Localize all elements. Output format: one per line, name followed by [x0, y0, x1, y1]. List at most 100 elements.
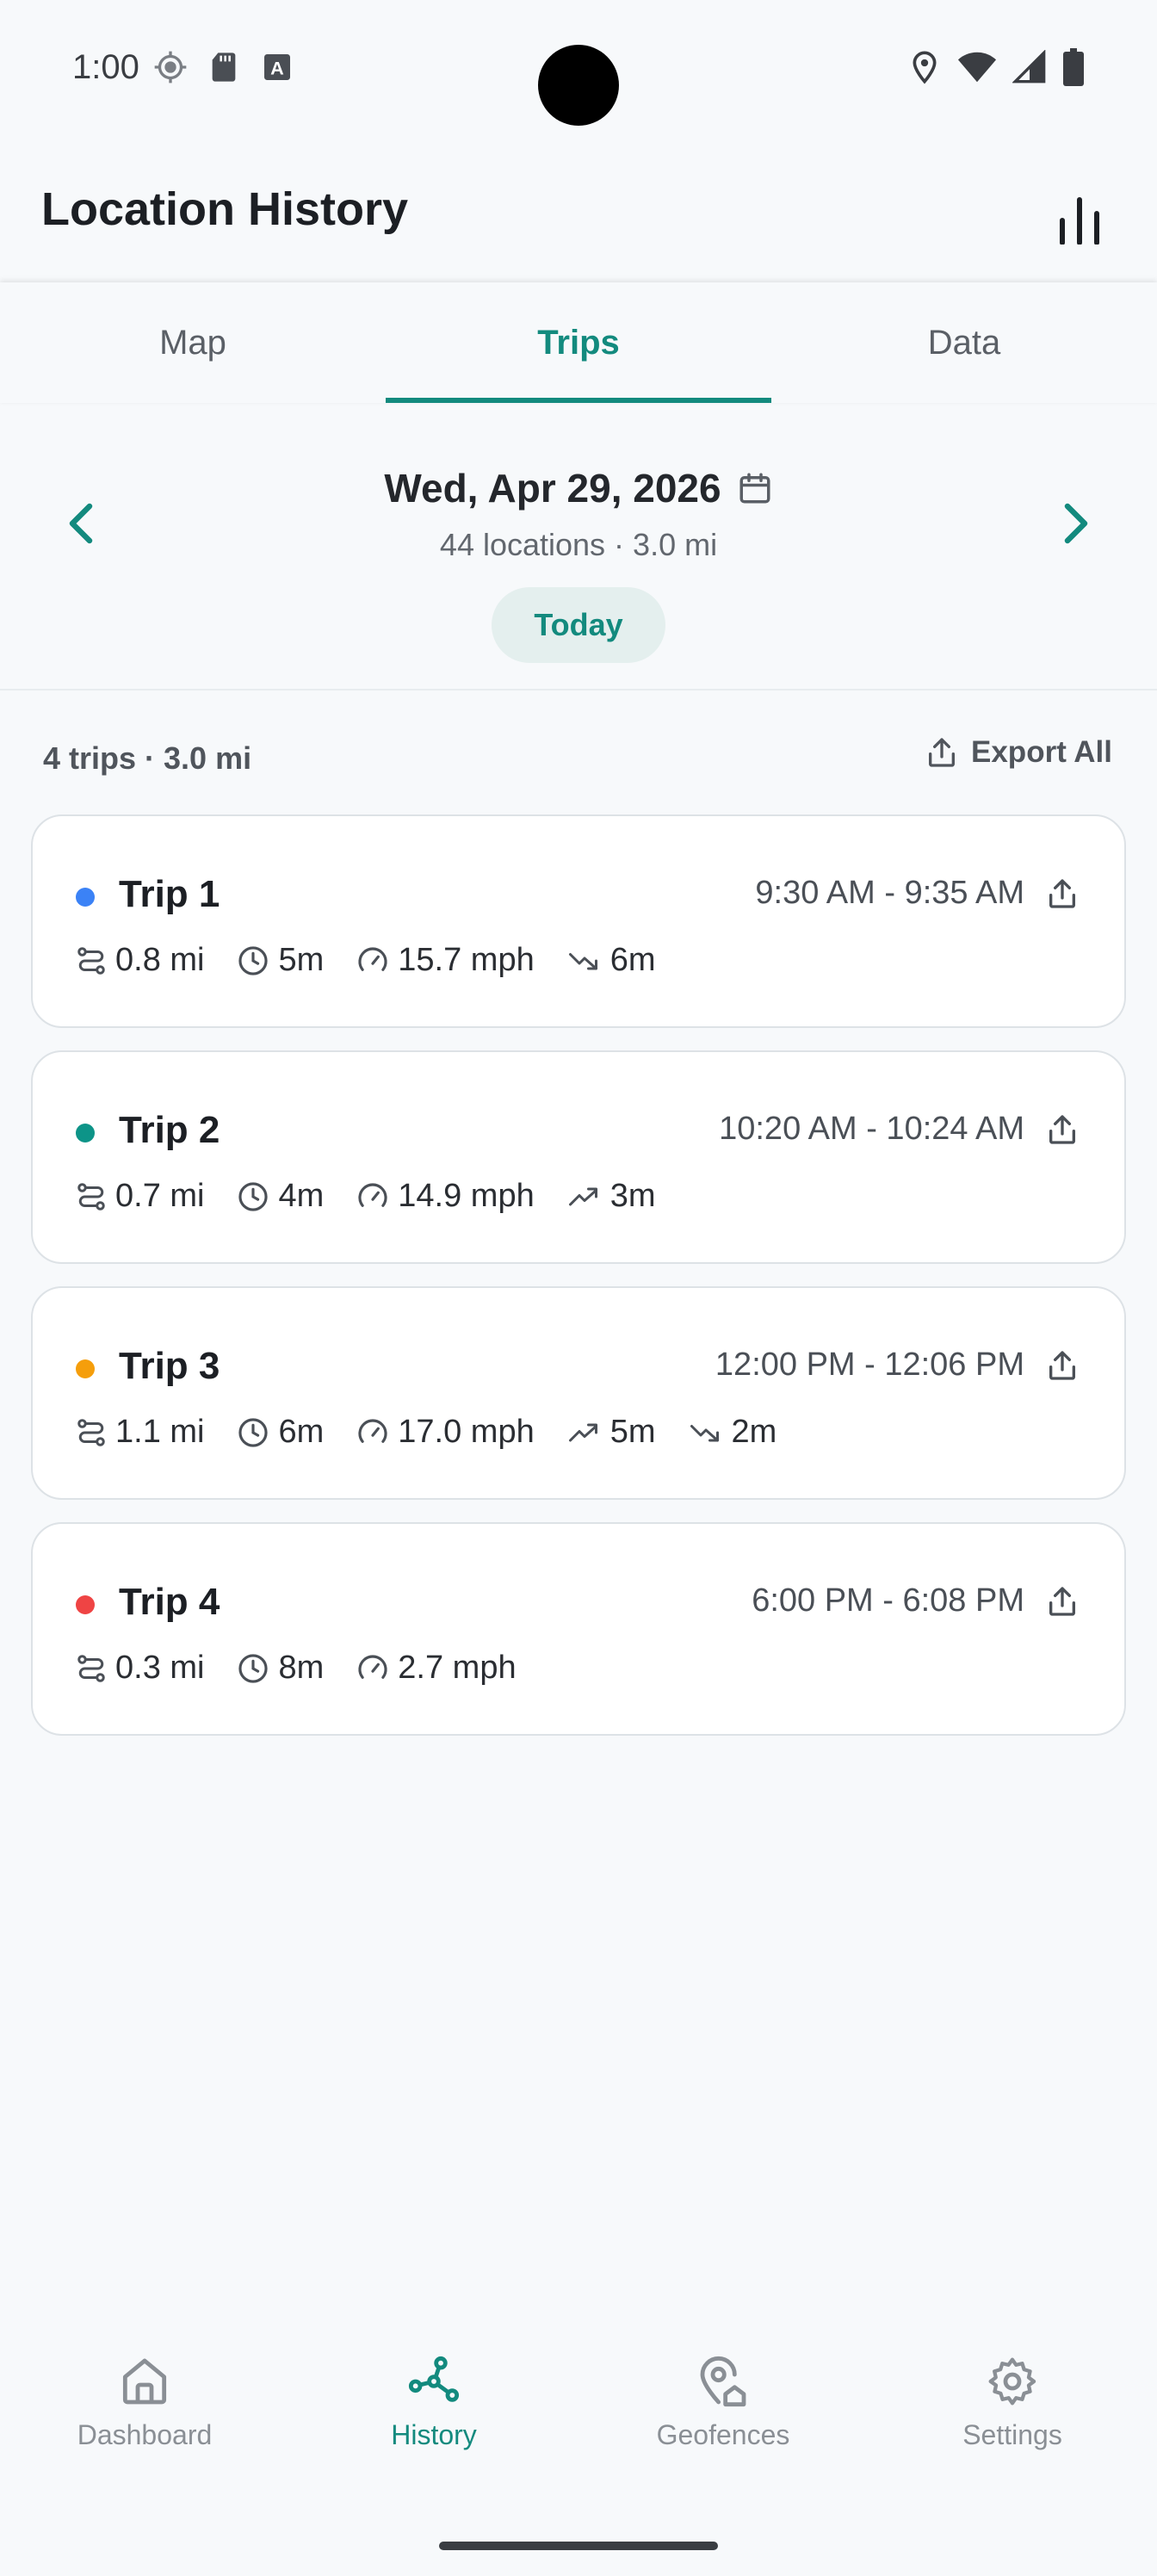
trip-distance-value: 0.7 mi: [115, 1178, 205, 1214]
bottom-navigation: Dashboard History Geofences Settings: [0, 2342, 1157, 2497]
nav-dashboard[interactable]: Dashboard: [0, 2342, 289, 2497]
gear-icon: [988, 2357, 1036, 2406]
location-pin-icon: [913, 51, 937, 84]
tab-trips[interactable]: Trips: [386, 282, 771, 403]
trip-ascent: 5m: [567, 1414, 656, 1451]
signal-icon: [1012, 50, 1046, 84]
trip-speed: 2.7 mph: [356, 1650, 517, 1687]
clock-icon: [238, 1653, 269, 1683]
trip-name: Trip 2: [119, 1109, 220, 1151]
trip-color-dot: [76, 1124, 95, 1142]
trip-distance: 0.8 mi: [76, 942, 204, 979]
route-icon: [77, 946, 105, 975]
trip-duration: 8m: [237, 1650, 324, 1687]
trip-share-button[interactable]: [1038, 1105, 1086, 1154]
trip-speed: 15.7 mph: [356, 942, 535, 979]
app-bar: Location History: [0, 155, 1157, 282]
trip-duration: 6m: [237, 1414, 324, 1451]
nav-history-label: History: [391, 2419, 477, 2450]
speedometer-icon: [358, 1655, 387, 1679]
trip-color-dot: [76, 1595, 95, 1614]
nav-history[interactable]: History: [289, 2342, 578, 2497]
page-title: Location History: [41, 183, 409, 235]
nav-settings[interactable]: Settings: [868, 2342, 1157, 2497]
next-day-button[interactable]: [1033, 480, 1119, 567]
trip-name: Trip 3: [119, 1345, 220, 1387]
trip-distance: 0.7 mi: [76, 1178, 204, 1215]
trip-duration-value: 8m: [278, 1650, 325, 1686]
trending-up-icon: [568, 1423, 597, 1441]
trip-name: Trip 4: [119, 1581, 220, 1623]
trip-stats: 1.1 mi 6m 17.0 mph 5m 2m: [76, 1414, 776, 1451]
share-icon: [1049, 1351, 1075, 1380]
sd-card-icon: [212, 53, 236, 82]
trip-speed-value: 2.7 mph: [398, 1650, 517, 1686]
trip-duration-value: 4m: [278, 1178, 325, 1214]
trip-duration-value: 6m: [278, 1414, 325, 1450]
trip-distance: 0.3 mi: [76, 1650, 204, 1687]
trip-speed-value: 15.7 mph: [398, 942, 535, 978]
trip-color-dot: [76, 1359, 95, 1378]
trips-summary-row: 4 trips · 3.0 mi Export All: [0, 732, 1157, 783]
export-all-button[interactable]: Export All: [925, 735, 1112, 770]
tab-data[interactable]: Data: [771, 282, 1157, 403]
trip-card[interactable]: Trip 4 6:00 PM - 6:08 PM 0.3 mi 8m 2.7 m…: [31, 1522, 1126, 1736]
status-bar: 1:00 A: [0, 0, 1157, 138]
route-icon: [77, 1182, 105, 1211]
nav-settings-label: Settings: [962, 2419, 1062, 2450]
speedometer-icon: [358, 1183, 387, 1207]
status-notification-icons: A: [153, 50, 294, 84]
trip-ascent-value: 5m: [609, 1414, 656, 1450]
keyboard-a-icon: A: [264, 54, 290, 80]
clock-icon: [238, 945, 269, 975]
trip-share-button[interactable]: [1038, 870, 1086, 918]
trip-ascent: 3m: [567, 1178, 656, 1215]
share-icon: [1049, 1587, 1075, 1616]
statistics-button[interactable]: [1036, 177, 1123, 263]
trip-duration-value: 5m: [278, 942, 325, 978]
trip-name: Trip 1: [119, 873, 220, 915]
chevron-right-icon: [1064, 503, 1088, 544]
trip-speed: 17.0 mph: [356, 1414, 535, 1451]
trip-list: Trip 1 9:30 AM - 9:35 AM 0.8 mi 5m 15.7 …: [31, 814, 1126, 1758]
date-title-row[interactable]: Wed, Apr 29, 2026: [0, 465, 1157, 511]
trip-time-range: 6:00 PM - 6:08 PM: [752, 1582, 1024, 1619]
status-time: 1:00: [72, 48, 139, 86]
trip-card[interactable]: Trip 1 9:30 AM - 9:35 AM 0.8 mi 5m 15.7 …: [31, 814, 1126, 1028]
camera-cutout: [538, 45, 619, 126]
speedometer-icon: [358, 1419, 387, 1443]
calendar-icon[interactable]: [737, 470, 773, 506]
trip-descent-value: 6m: [609, 942, 656, 978]
clock-icon: [238, 1181, 269, 1211]
bar-chart-icon: [1060, 197, 1099, 245]
trip-distance: 1.1 mi: [76, 1414, 204, 1451]
home-indicator[interactable]: [439, 2542, 718, 2550]
route-icon: [408, 2356, 460, 2402]
trip-duration: 4m: [237, 1178, 324, 1215]
screen: 1:00 A Location History Map Trips Data W…: [0, 0, 1157, 2576]
tab-bar: Map Trips Data: [0, 282, 1157, 403]
trip-share-button[interactable]: [1038, 1577, 1086, 1625]
trip-share-button[interactable]: [1038, 1341, 1086, 1390]
trip-distance-value: 1.1 mi: [115, 1414, 205, 1450]
selected-date[interactable]: Wed, Apr 29, 2026: [384, 465, 721, 511]
trip-speed: 14.9 mph: [356, 1178, 535, 1215]
trip-color-dot: [76, 888, 95, 907]
nav-dashboard-label: Dashboard: [77, 2419, 213, 2450]
nav-geofences[interactable]: Geofences: [578, 2342, 868, 2497]
today-button[interactable]: Today: [492, 587, 665, 663]
trip-card[interactable]: Trip 3 12:00 PM - 12:06 PM 1.1 mi 6m 17.…: [31, 1286, 1126, 1500]
trip-descent: 2m: [689, 1414, 776, 1451]
wifi-icon: [957, 52, 997, 83]
tab-map[interactable]: Map: [0, 282, 386, 403]
trip-distance-value: 0.3 mi: [115, 1650, 205, 1686]
trip-stats: 0.8 mi 5m 15.7 mph 6m: [76, 942, 656, 979]
route-icon: [77, 1654, 105, 1682]
trip-time-range: 10:20 AM - 10:24 AM: [719, 1111, 1024, 1147]
trip-duration: 5m: [237, 942, 324, 979]
trips-summary: 4 trips · 3.0 mi: [43, 740, 252, 776]
date-selector: Wed, Apr 29, 2026 44 locations · 3.0 mi …: [0, 403, 1157, 690]
trip-descent: 6m: [567, 942, 656, 979]
battery-icon: [1063, 48, 1084, 86]
trip-card[interactable]: Trip 2 10:20 AM - 10:24 AM 0.7 mi 4m 14.…: [31, 1050, 1126, 1264]
